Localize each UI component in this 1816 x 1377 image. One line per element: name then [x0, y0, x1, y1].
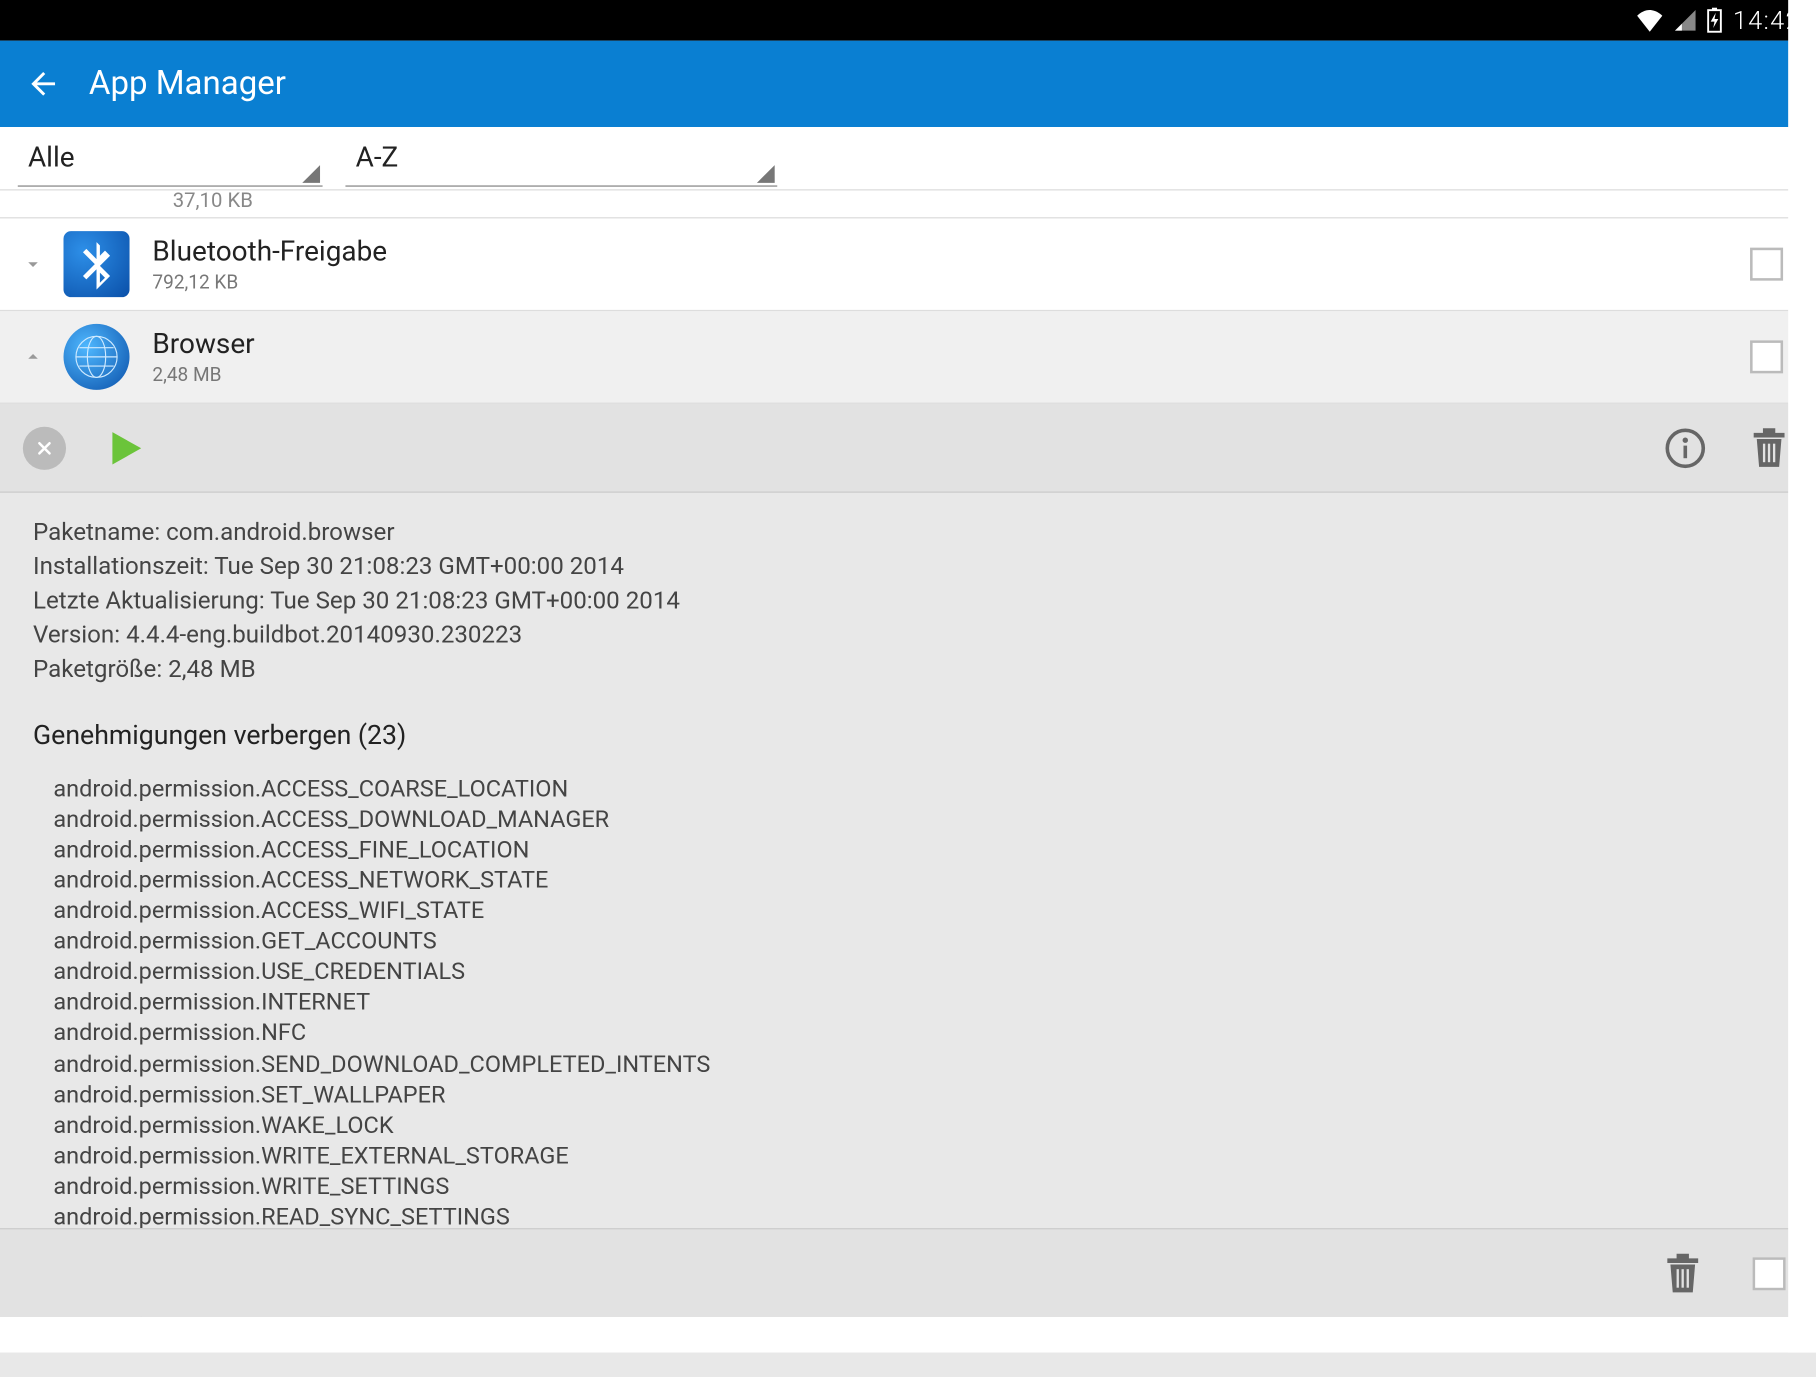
permission-item: android.permission.ACCESS_NETWORK_STATE: [53, 865, 1783, 896]
permission-item: android.permission.READ_SYNC_SETTINGS: [53, 1201, 1783, 1232]
permission-item: android.permission.WAKE_LOCK: [53, 1110, 1783, 1141]
detail-action-bar: [0, 404, 1816, 493]
bluetooth-icon: [64, 231, 130, 297]
label-size: Paketgröße:: [33, 654, 162, 683]
android-status-bar: 14:42: [0, 0, 1816, 41]
chevron-down-icon[interactable]: [18, 253, 48, 276]
stop-button[interactable]: [23, 426, 66, 469]
back-button[interactable]: [25, 66, 61, 102]
bottom-action-bar: [0, 1228, 1816, 1317]
permission-item: android.permission.ACCESS_COARSE_LOCATIO…: [53, 774, 1783, 805]
app-size: 2,48 MB: [152, 363, 1750, 386]
label-install: Installationszeit:: [33, 551, 209, 580]
permission-item: android.permission.NFC: [53, 1018, 1783, 1049]
filter-sort-value: A-Z: [356, 142, 399, 174]
app-name: Bluetooth-Freigabe: [152, 236, 1750, 268]
label-update: Letzte Aktualisierung:: [33, 586, 265, 615]
app-size: 792,12 KB: [152, 270, 1750, 293]
launch-button[interactable]: [102, 426, 145, 469]
value-version: 4.4.4-eng.buildbot.20140930.230223: [126, 620, 522, 649]
filter-category-value: Alle: [28, 142, 75, 174]
filter-sort-dropdown[interactable]: A-Z: [345, 130, 777, 186]
permission-item: android.permission.ACCESS_DOWNLOAD_MANAG…: [53, 804, 1783, 835]
permission-item: android.permission.INTERNET: [53, 987, 1783, 1018]
permission-item: android.permission.ACCESS_WIFI_STATE: [53, 896, 1783, 927]
delete-button[interactable]: [1745, 424, 1793, 472]
bulk-delete-button[interactable]: [1659, 1249, 1707, 1297]
page-title: App Manager: [89, 65, 286, 103]
app-row-bluetooth[interactable]: Bluetooth-Freigabe 792,12 KB: [0, 218, 1816, 311]
permission-item: android.permission.ACCESS_FINE_LOCATION: [53, 835, 1783, 866]
row-checkbox[interactable]: [1750, 340, 1783, 373]
value-size: 2,48 MB: [168, 654, 256, 683]
wifi-icon: [1636, 9, 1664, 32]
permission-item: android.permission.SEND_DOWNLOAD_COMPLET…: [53, 1048, 1783, 1079]
info-button[interactable]: [1661, 424, 1709, 472]
app-row-partial: 37,10 KB: [0, 191, 1816, 219]
value-package: com.android.browser: [166, 517, 394, 546]
battery-charging-icon: [1707, 8, 1722, 33]
filter-category-dropdown[interactable]: Alle: [18, 130, 323, 186]
filter-bar: Alle A-Z: [0, 127, 1816, 191]
label-version: Version:: [33, 620, 120, 649]
chevron-up-icon[interactable]: [18, 345, 48, 368]
signal-icon: [1674, 9, 1697, 32]
permission-item: android.permission.WRITE_SETTINGS: [53, 1171, 1783, 1202]
app-name: Browser: [152, 328, 1750, 360]
globe-icon: [64, 324, 130, 390]
app-row-browser[interactable]: Browser 2,48 MB: [0, 311, 1816, 404]
value-install: Tue Sep 30 21:08:23 GMT+00:00 2014: [214, 551, 624, 580]
permission-item: android.permission.SET_WALLPAPER: [53, 1079, 1783, 1110]
select-all-checkbox[interactable]: [1753, 1257, 1786, 1290]
label-package: Paketname:: [33, 517, 160, 546]
row-checkbox[interactable]: [1750, 248, 1783, 281]
app-bar: App Manager: [0, 41, 1816, 127]
value-update: Tue Sep 30 21:08:23 GMT+00:00 2014: [270, 586, 680, 615]
permission-item: android.permission.GET_ACCOUNTS: [53, 926, 1783, 957]
partial-size: 37,10 KB: [173, 188, 253, 212]
permission-item: android.permission.WRITE_EXTERNAL_STORAG…: [53, 1140, 1783, 1171]
permission-item: android.permission.USE_CREDENTIALS: [53, 957, 1783, 988]
permissions-toggle[interactable]: Genehmigungen verbergen (23): [33, 721, 1783, 756]
